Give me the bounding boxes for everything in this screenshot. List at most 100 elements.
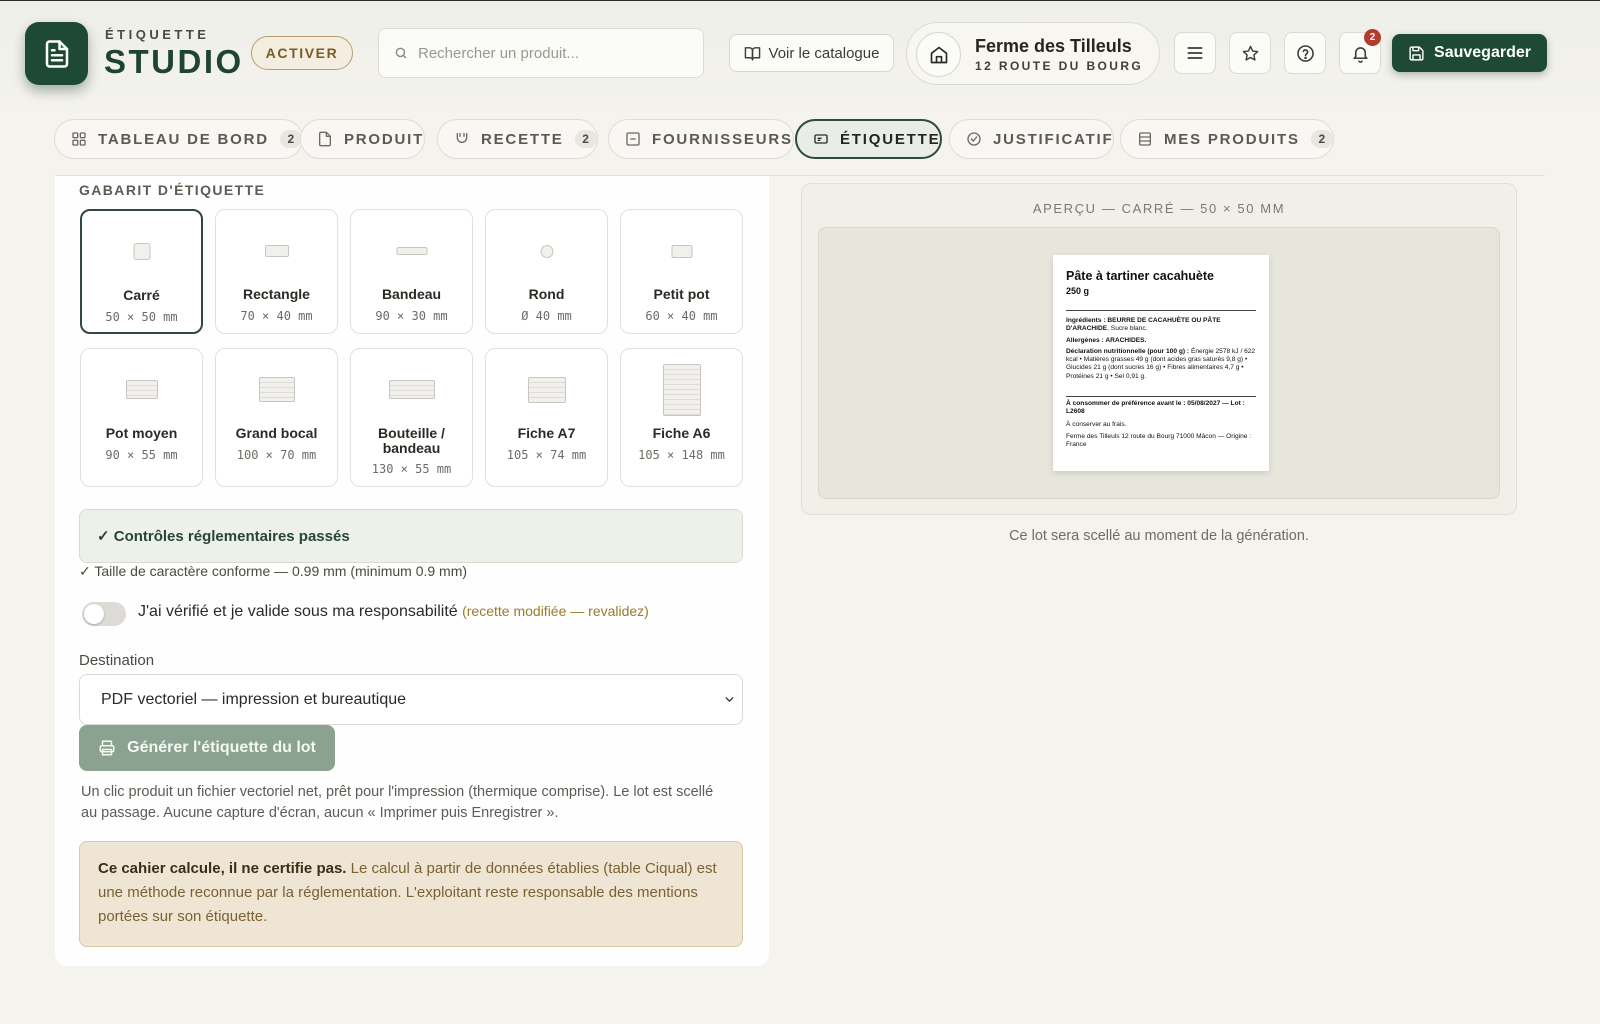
destination-select[interactable]: PDF vectoriel — impression et bureautiqu… [79, 674, 743, 725]
tag-icon [814, 134, 828, 144]
app-logo[interactable] [25, 22, 88, 85]
pot-icon [456, 133, 468, 143]
template-shape [258, 377, 295, 402]
printer-icon [99, 740, 115, 756]
ingredients-label: Ingrédients : [1066, 317, 1106, 324]
template-shape [264, 245, 289, 257]
label-storage: À conserver au frais. [1066, 420, 1127, 428]
template-dims: 90 × 30 mm [375, 309, 448, 323]
tab-count: 2 [1310, 130, 1333, 148]
tab-count: 2 [574, 130, 597, 148]
template-shape [388, 380, 435, 399]
star-icon [1242, 45, 1258, 61]
tab-fournisseurs[interactable]: FOURNISSEURS [608, 119, 794, 159]
font-size-check: ✓ Taille de caractère conforme — 0.99 mm… [79, 563, 468, 579]
search-icon [395, 47, 407, 59]
app-header: ÉTIQUETTE STUDIO ACTIVER Voir le catalog… [0, 0, 1600, 106]
generate-label: Générer l'étiquette du lot [127, 739, 316, 756]
menu-button[interactable] [1174, 32, 1216, 74]
template-grand-bocal[interactable]: Grand bocal 100 × 70 mm [215, 348, 338, 487]
tab-count: 2 [279, 130, 302, 148]
validation-text: J'ai vérifié et je valide sous ma respon… [138, 603, 649, 621]
save-label: Sauvegarder [1434, 44, 1531, 61]
template-name: Fiche A7 [517, 425, 576, 441]
preview-title: APERÇU — CARRÉ — 50 × 50 MM [1032, 201, 1286, 216]
template-name: Fiche A6 [652, 425, 711, 441]
template-dims: 130 × 55 mm [371, 462, 452, 476]
template-petit-pot[interactable]: Petit pot 60 × 40 mm [620, 209, 743, 334]
template-dims: 90 × 55 mm [105, 448, 178, 462]
database-icon [1139, 132, 1151, 146]
brand-top: ÉTIQUETTE [105, 27, 210, 42]
template-rond[interactable]: Rond Ø 40 mm [485, 209, 608, 334]
farm-name: Ferme des Tilleuls [975, 36, 1132, 56]
validation-label: J'ai vérifié et je valide sous ma respon… [138, 603, 458, 620]
tab-label: MES PRODUITS [1164, 130, 1300, 148]
main-tabs: TABLEAU DE BORD 2 PRODUIT RECETTE 2 FOUR… [0, 106, 1600, 176]
catalog-button[interactable]: Voir le catalogue [729, 34, 894, 72]
template-shape [671, 245, 692, 258]
farm-address: 12 ROUTE DU BOURG [975, 59, 1144, 73]
generate-label-button[interactable]: Générer l'étiquette du lot [79, 725, 335, 771]
template-carre[interactable]: Carré 50 × 50 mm [80, 209, 203, 334]
template-dims: Ø 40 mm [521, 309, 572, 323]
search-box[interactable] [378, 28, 704, 78]
tab-produit[interactable]: PRODUIT [300, 119, 426, 159]
activate-button[interactable]: ACTIVER [251, 36, 353, 70]
template-shape [133, 243, 150, 260]
farm-icon-wrap [916, 32, 961, 77]
tab-label: TABLEAU DE BORD [98, 130, 269, 148]
validation-toggle[interactable] [82, 602, 126, 626]
allergens-text: Allergènes : ARACHIDES. [1066, 336, 1147, 344]
template-name: Petit pot [653, 286, 710, 302]
tab-etiquette[interactable]: ÉTIQUETTE [795, 119, 943, 159]
template-shape [540, 245, 553, 258]
tab-tableau-de-bord[interactable]: TABLEAU DE BORD 2 [54, 119, 303, 159]
template-shape [662, 364, 701, 416]
check-circle-icon [967, 132, 981, 146]
template-name: Carré [123, 287, 160, 303]
disclaimer-bold: Ce cahier calcule, il ne certifie pas. [98, 860, 347, 877]
list-box-icon [626, 132, 640, 146]
template-bouteille-bandeau[interactable]: Bouteille / bandeau 130 × 55 mm [350, 348, 473, 487]
template-bandeau[interactable]: Bandeau 90 × 30 mm [350, 209, 473, 334]
brand-main: STUDIO [104, 43, 244, 80]
tab-justificatif[interactable]: JUSTIFICATIF [949, 119, 1115, 159]
template-dims: 100 × 70 mm [236, 448, 317, 462]
search-input[interactable] [418, 44, 678, 62]
preview-note: Ce lot sera scellé au moment de la génér… [1009, 528, 1309, 544]
ingredients-rest: , Sucre blanc. [1107, 325, 1148, 333]
farm-switcher[interactable]: Ferme des Tilleuls 12 ROUTE DU BOURG [906, 22, 1160, 85]
tab-mes-produits[interactable]: MES PRODUITS 2 [1120, 119, 1334, 159]
template-shape [527, 377, 566, 403]
template-name: Rond [528, 286, 565, 302]
template-name: Grand bocal [235, 425, 318, 441]
disclaimer-box: Ce cahier calcule, il ne certifie pas. L… [79, 841, 743, 947]
label-divider [1066, 396, 1256, 398]
template-rectangle[interactable]: Rectangle 70 × 40 mm [215, 209, 338, 334]
help-button[interactable] [1284, 32, 1326, 74]
label-preview: Pâte à tartiner cacahuète 250 g Ingrédie… [1053, 255, 1269, 471]
template-fiche-a6[interactable]: Fiche A6 105 × 148 mm [620, 348, 743, 487]
tab-label: RECETTE [481, 130, 564, 148]
toggle-knob [84, 604, 104, 624]
template-pot-moyen[interactable]: Pot moyen 90 × 55 mm [80, 348, 203, 487]
label-ingredients: Ingrédients : BEURRE DE CACAHUÈTE OU PÂT… [1066, 317, 1256, 334]
template-fiche-a7[interactable]: Fiche A7 105 × 74 mm [485, 348, 608, 487]
notification-badge: 2 [1364, 29, 1381, 46]
compliance-status: ✓ Contrôles réglementaires passés [79, 509, 743, 563]
tab-recette[interactable]: RECETTE 2 [437, 119, 598, 159]
save-button[interactable]: Sauvegarder [1392, 34, 1547, 72]
label-product-name: Pâte à tartiner cacahuète [1066, 269, 1214, 283]
help-circle-icon [1296, 44, 1314, 62]
bell-icon [1352, 46, 1368, 63]
template-name: Rectangle [243, 286, 310, 302]
catalog-label: Voir le catalogue [768, 44, 880, 62]
template-name: Bandeau [381, 286, 442, 302]
label-weight: 250 g [1066, 286, 1090, 296]
best-before-text: À consommer de préférence avant le : 05/… [1066, 400, 1245, 416]
chevron-down-icon [725, 697, 734, 702]
favorites-button[interactable] [1229, 32, 1271, 74]
document-icon [45, 39, 68, 68]
label-nutrition: Déclaration nutritionnelle (pour 100 g) … [1066, 348, 1256, 381]
